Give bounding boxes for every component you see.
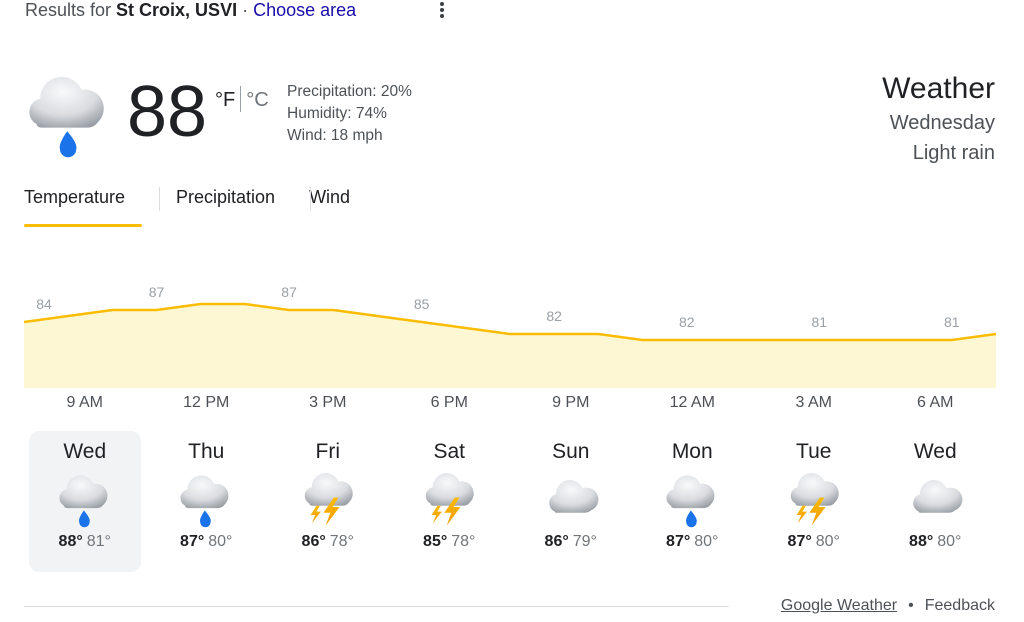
time-label: 12 AM <box>669 394 715 411</box>
day-name: Wed <box>63 440 107 463</box>
precipitation-text: Precipitation: 20% <box>287 83 412 100</box>
tab-precipitation[interactable]: Precipitation <box>176 184 275 224</box>
rain-cloud-icon <box>24 70 114 160</box>
day-forecast-tue[interactable]: Tue 87° 80° <box>758 431 870 572</box>
day-temperatures: 88° 81° <box>29 533 141 551</box>
unit-toggle: °F °C <box>215 86 269 112</box>
footer: Google Weather • Feedback <box>781 597 995 615</box>
low-temperature: 78° <box>329 533 354 550</box>
time-label: 3 PM <box>309 394 347 411</box>
low-temperature: 80° <box>694 533 719 550</box>
day-forecast-sun[interactable]: Sun 86° 79° <box>515 431 627 572</box>
low-temperature: 80° <box>937 533 962 550</box>
weather-details: Precipitation: 20% Humidity: 74% Wind: 1… <box>287 81 412 147</box>
time-label: 6 AM <box>917 394 954 411</box>
low-temperature: 78° <box>451 533 476 550</box>
celsius-unit[interactable]: °C <box>246 89 268 111</box>
day-name: Fri <box>315 440 341 463</box>
day-name: Sun <box>552 440 590 463</box>
chart-tabs: Temperature Precipitation Wind <box>24 184 350 228</box>
results-header: Results for St Croix, USVI · Choose area <box>25 0 356 21</box>
day-temperatures: 87° 80° <box>150 533 262 551</box>
daily-forecast: Wed 88° 81° Thu 87° 80° Fri 86° 78° Sat 85° 78° Sun 8… <box>24 431 996 572</box>
day-temperatures: 88° 80° <box>879 533 991 551</box>
low-temperature: 80° <box>815 533 840 550</box>
weather-title: Weather <box>882 72 995 105</box>
unit-divider <box>240 86 242 112</box>
temperature-data-label: 82 <box>679 314 695 330</box>
location-name: St Croix, USVI <box>116 0 238 20</box>
day-name: Sat <box>433 440 466 463</box>
time-label: 6 PM <box>430 394 468 411</box>
summary-condition: Light rain <box>912 142 995 164</box>
weather-summary: Weather Wednesday Light rain <box>882 70 995 168</box>
current-temperature: 88 <box>127 72 208 152</box>
thunderstorm-icon <box>299 471 357 529</box>
high-temperature: 87° <box>787 533 812 550</box>
rain-cloud-icon <box>663 471 721 529</box>
temperature-data-label: 84 <box>36 296 52 312</box>
day-forecast-wed[interactable]: Wed 88° 80° <box>879 431 991 572</box>
time-label: 9 AM <box>66 394 103 411</box>
separator: · <box>242 0 249 20</box>
humidity-text: Humidity: 74% <box>287 105 387 122</box>
time-label: 9 PM <box>552 394 590 411</box>
temperature-data-label: 85 <box>414 296 430 312</box>
summary-day: Wednesday <box>889 112 995 134</box>
temperature-data-label: 81 <box>944 314 960 330</box>
feedback-link[interactable]: Feedback <box>925 597 995 614</box>
temperature-data-label: 82 <box>546 308 562 324</box>
time-label: 12 PM <box>183 394 230 411</box>
fahrenheit-unit[interactable]: °F <box>215 89 235 111</box>
google-weather-link[interactable]: Google Weather <box>781 597 897 614</box>
temperature-area <box>24 304 996 388</box>
tab-divider <box>159 187 160 211</box>
day-name: Thu <box>188 440 225 463</box>
footer-divider <box>24 606 729 607</box>
thunderstorm-icon <box>420 471 478 529</box>
choose-area-link[interactable]: Choose area <box>253 0 356 20</box>
temperature-data-label: 81 <box>811 314 827 330</box>
results-prefix: Results for <box>25 0 112 20</box>
day-temperatures: 85° 78° <box>393 533 505 551</box>
cloud-icon <box>906 471 964 529</box>
day-forecast-wed[interactable]: Wed 88° 81° <box>28 431 141 572</box>
day-forecast-fri[interactable]: Fri 86° 78° <box>272 431 384 572</box>
chart-time-axis: 9 AM 12 PM 3 PM 6 PM 9 PM 12 AM 3 AM 6 AM <box>24 394 996 414</box>
high-temperature: 88° <box>909 533 934 550</box>
high-temperature: 86° <box>301 533 326 550</box>
more-options-icon[interactable] <box>436 0 448 20</box>
day-temperatures: 86° 78° <box>272 533 384 551</box>
high-temperature: 86° <box>544 533 569 550</box>
high-temperature: 85° <box>423 533 448 550</box>
tab-divider <box>310 187 311 211</box>
high-temperature: 87° <box>180 533 205 550</box>
cloud-icon <box>542 471 600 529</box>
tab-wind[interactable]: Wind <box>309 184 350 224</box>
high-temperature: 87° <box>666 533 691 550</box>
day-forecast-mon[interactable]: Mon 87° 80° <box>636 431 748 572</box>
thunderstorm-icon <box>785 471 843 529</box>
day-temperatures: 87° 80° <box>758 533 870 551</box>
rain-cloud-icon <box>177 471 235 529</box>
day-name: Tue <box>796 440 832 463</box>
day-temperatures: 86° 79° <box>515 533 627 551</box>
low-temperature: 79° <box>572 533 597 550</box>
day-name: Mon <box>671 440 713 463</box>
footer-dot: • <box>908 597 914 614</box>
low-temperature: 81° <box>86 533 111 550</box>
day-temperatures: 87° 80° <box>636 533 748 551</box>
high-temperature: 88° <box>58 533 83 550</box>
day-name: Wed <box>913 440 957 463</box>
tab-temperature[interactable]: Temperature <box>24 184 142 227</box>
time-label: 3 AM <box>795 394 832 411</box>
temperature-data-label: 87 <box>149 284 165 300</box>
temperature-chart: 84 87 87 85 82 82 81 81 <box>24 284 996 388</box>
temperature-data-label: 87 <box>281 284 297 300</box>
day-forecast-sat[interactable]: Sat 85° 78° <box>393 431 505 572</box>
wind-text: Wind: 18 mph <box>287 127 383 144</box>
rain-cloud-icon <box>56 471 114 529</box>
low-temperature: 80° <box>208 533 233 550</box>
day-forecast-thu[interactable]: Thu 87° 80° <box>150 431 262 572</box>
